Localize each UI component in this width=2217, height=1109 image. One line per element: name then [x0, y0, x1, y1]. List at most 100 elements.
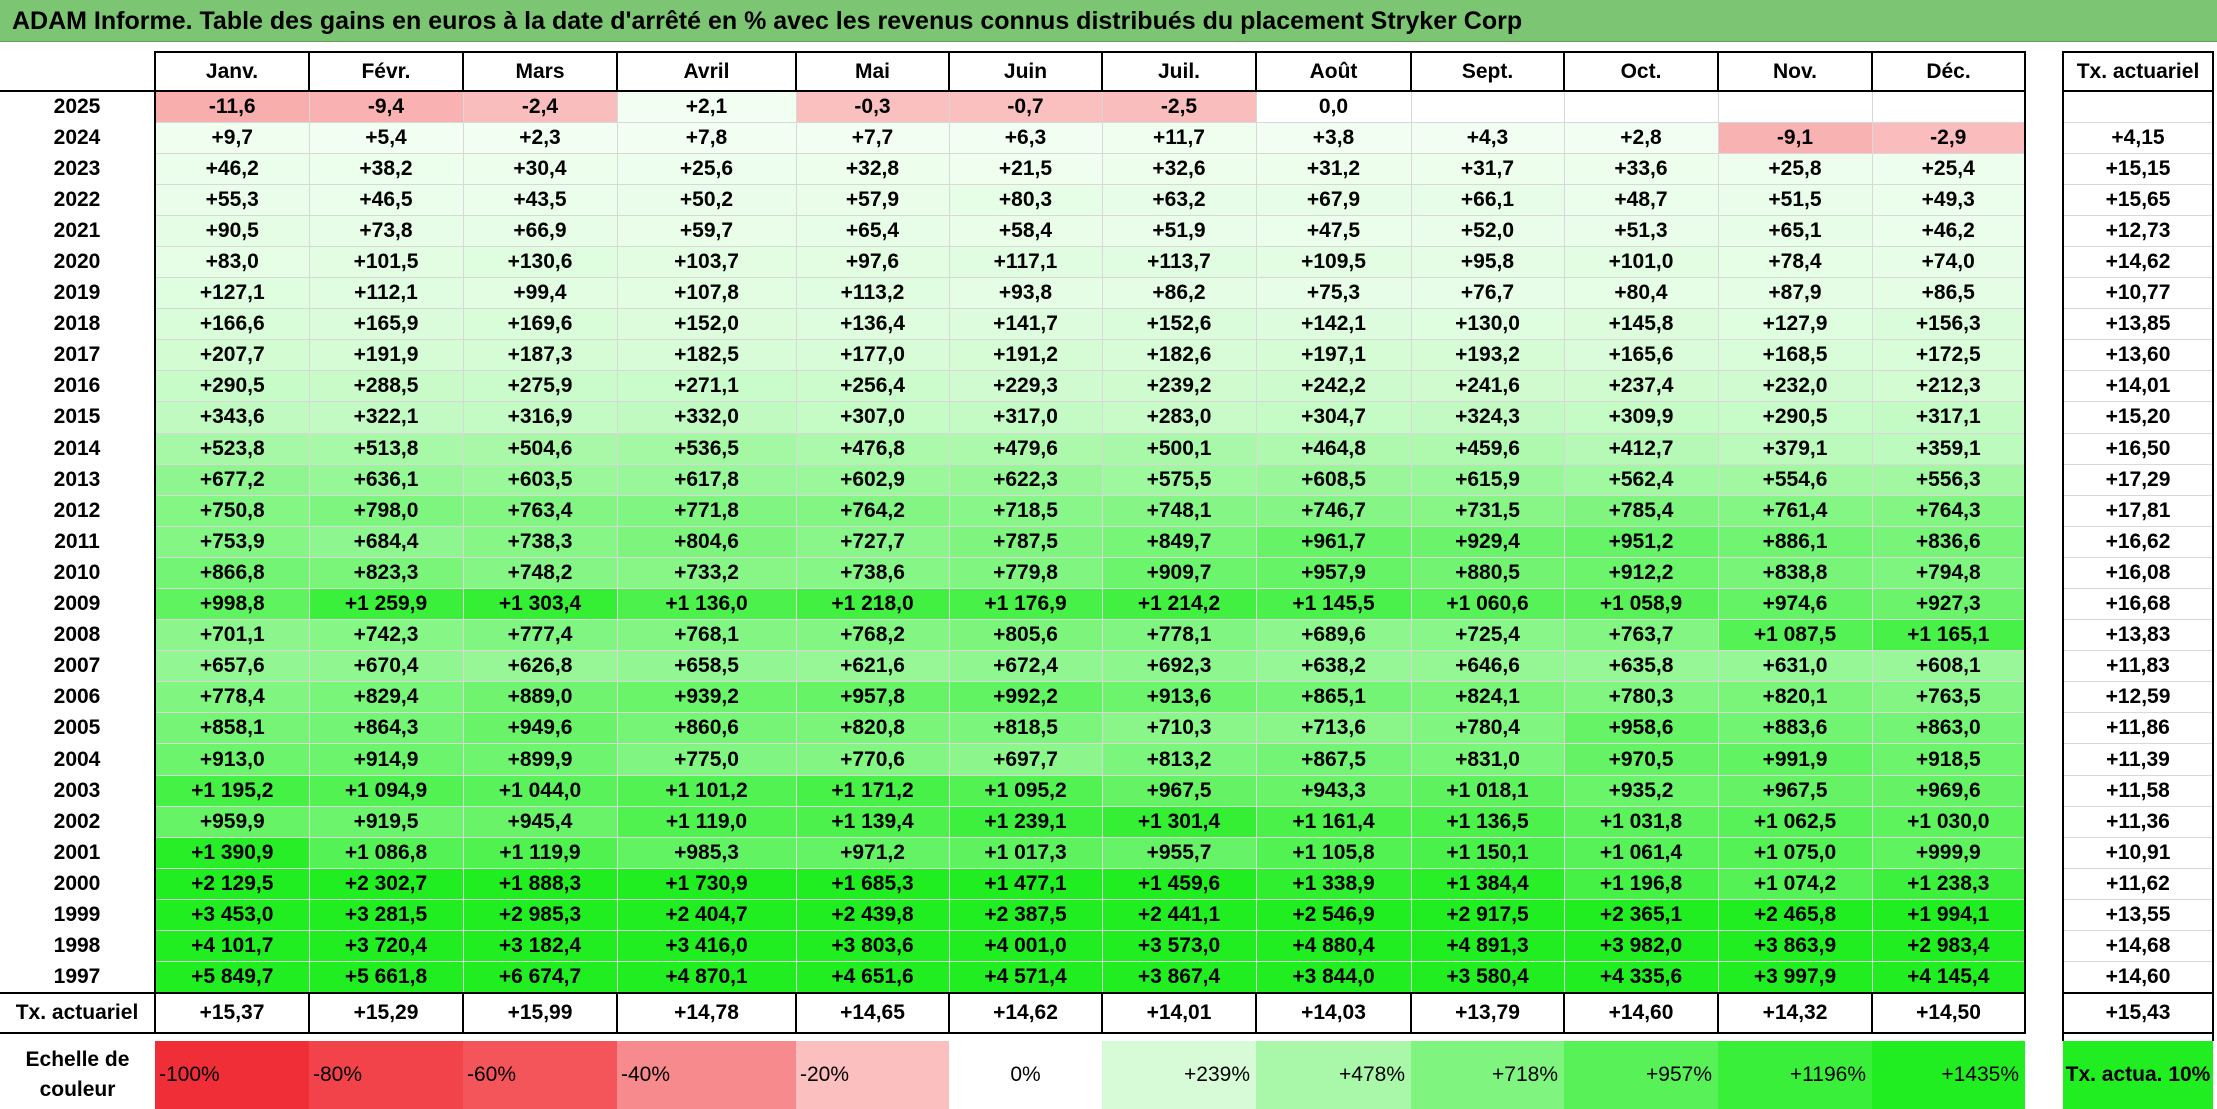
actuarial-rate-cell: +13,60 [2062, 339, 2214, 372]
gain-cell: +127,9 [1717, 308, 1873, 341]
gain-cell: +1 303,4 [462, 587, 618, 621]
report-title: ADAM Informe. Table des gains en euros à… [0, 0, 2217, 42]
gain-cell: +3,8 [1255, 121, 1412, 154]
gain-cell: +309,9 [1563, 401, 1719, 434]
month-header: Juil. [1101, 51, 1257, 92]
gain-cell: +30,4 [462, 152, 618, 185]
gain-cell: +63,2 [1101, 183, 1257, 216]
month-header: Sept. [1410, 51, 1565, 92]
gain-cell: +684,4 [308, 525, 464, 558]
gain-cell: +919,5 [308, 805, 464, 838]
table-row: 1998 +4 101,7 +3 720,4 +3 182,4 +3 416,0 +3 8… [0, 930, 2026, 963]
table-row: 2014 +523,8 +513,8 +504,6 +536,5 +476,8 +479,6… [0, 432, 2026, 465]
gain-cell: +95,8 [1410, 245, 1565, 279]
gain-cell: +631,0 [1717, 650, 1873, 683]
month-header-row: Janv. Févr. Mars Avril Mai Juin Juil. Août Sept.… [0, 51, 2026, 92]
gain-cell: +1 259,9 [308, 587, 464, 621]
gain-cell: +3 720,4 [308, 930, 464, 963]
gain-cell: +967,5 [1717, 774, 1873, 807]
gain-cell: +1 119,9 [462, 836, 618, 869]
gain-cell: +780,3 [1563, 681, 1719, 714]
month-header: Nov. [1717, 51, 1873, 92]
gain-cell: +912,2 [1563, 556, 1719, 590]
gain-cell: +1 031,8 [1563, 805, 1719, 838]
gain-cell: +761,4 [1717, 494, 1873, 527]
gain-cell: +1 477,1 [948, 867, 1103, 900]
gain-cell: +317,0 [948, 401, 1103, 434]
actuarial-rate-cell [2062, 89, 2214, 123]
month-header: Janv. [154, 51, 310, 92]
gain-cell: +1 062,5 [1717, 805, 1873, 838]
actuarial-rate-label: Tx. actuariel [0, 991, 156, 1034]
actuarial-rate-cell: +16,62 [2062, 525, 2214, 558]
year-label: 2006 [0, 681, 156, 713]
gain-cell: +2 387,5 [948, 898, 1103, 932]
gain-cell: +1 338,9 [1255, 867, 1412, 900]
gain-cell: +57,9 [795, 183, 950, 216]
table-row: 2010 +866,8 +823,3 +748,2 +733,2 +738,6 +779,8… [0, 556, 2026, 590]
gain-cell: +86,5 [1871, 277, 2026, 310]
gain-cell: +191,2 [948, 339, 1103, 372]
gain-cell: +961,7 [1255, 525, 1412, 558]
gain-cell: +93,8 [948, 277, 1103, 310]
actuarial-rate-cell: +11,36 [2062, 805, 2214, 838]
gain-cell: +307,0 [795, 401, 950, 434]
gain-cell: +145,8 [1563, 308, 1719, 341]
gain-cell: +957,9 [1255, 556, 1412, 590]
gain-cell: +1 101,2 [616, 774, 797, 807]
monthly-actuarial-rate: +14,03 [1255, 991, 1412, 1034]
gain-cell: +46,2 [1871, 214, 2026, 247]
gain-cell: -9,1 [1717, 121, 1873, 154]
gain-cell: +513,8 [308, 432, 464, 465]
gain-cell: +991,9 [1717, 743, 1873, 776]
gain-cell: +658,5 [616, 650, 797, 683]
actuarial-rate-cell: +14,60 [2062, 961, 2214, 994]
actuarial-rate-cell: +12,73 [2062, 214, 2214, 247]
table-row: 2007 +657,6 +670,4 +626,8 +658,5 +621,6 +672,4… [0, 650, 2026, 683]
gain-cell: +1 145,5 [1255, 587, 1412, 621]
gain-cell: +1 994,1 [1871, 898, 2026, 932]
table-row: 2001 +1 390,9 +1 086,8 +1 119,9 +985,3 +971,2… [0, 836, 2026, 869]
gain-cell: +31,7 [1410, 152, 1565, 185]
gain-cell: +608,5 [1255, 463, 1412, 496]
actuarial-rate-cell: +17,29 [2062, 463, 2214, 496]
gain-cell: +1 195,2 [154, 774, 310, 807]
month-header: Oct. [1563, 51, 1719, 92]
gain-cell: +1 060,6 [1410, 587, 1565, 621]
gain-cell: +172,5 [1871, 339, 2026, 372]
month-header: Déc. [1871, 51, 2026, 92]
gain-cell: +748,1 [1101, 494, 1257, 527]
month-header: Juin [948, 51, 1103, 92]
gain-cell: +1 136,0 [616, 587, 797, 621]
gain-cell: +1 176,9 [948, 587, 1103, 621]
gain-cell: +80,4 [1563, 277, 1719, 310]
gain-cell: +59,7 [616, 214, 797, 247]
actuarial-rate-cell: +13,55 [2062, 898, 2214, 932]
gain-cell: +750,8 [154, 494, 310, 527]
gain-cell: +1 888,3 [462, 867, 618, 900]
gain-cell: +836,6 [1871, 525, 2026, 558]
gain-cell: +764,3 [1871, 494, 2026, 527]
year-label: 2016 [0, 370, 156, 402]
gain-cell: +3 867,4 [1101, 961, 1257, 994]
table-row: 2021 +90,5 +73,8 +66,9 +59,7 +65,4 +58,4 +51,9 +… [0, 214, 2026, 247]
actuarial-rate-cell: +16,50 [2062, 432, 2214, 465]
gain-cell: +943,3 [1255, 774, 1412, 807]
year-label: 2009 [0, 588, 156, 620]
year-label: 2022 [0, 184, 156, 216]
gain-cell: +152,6 [1101, 308, 1257, 341]
gain-cell: +710,3 [1101, 712, 1257, 745]
actuarial-rate-cell: +17,81 [2062, 494, 2214, 527]
color-scale-swatch: +718% [1411, 1040, 1564, 1109]
gain-cell: +820,8 [795, 712, 950, 745]
monthly-actuarial-rate: +15,37 [154, 991, 310, 1034]
gain-cell: +136,4 [795, 308, 950, 341]
gain-cell: +193,2 [1410, 339, 1565, 372]
gain-cell: +813,2 [1101, 743, 1257, 776]
gain-cell: +957,8 [795, 681, 950, 714]
gain-cell: +464,8 [1255, 432, 1412, 465]
gain-cell: +11,7 [1101, 121, 1257, 154]
gain-cell: +97,6 [795, 245, 950, 279]
actuarial-rate-body: +4,15 +15,15 +15,65 +12,73 +14,62 +10,77 +13,8… [2062, 89, 2214, 1109]
gain-cell: +1 150,1 [1410, 836, 1565, 869]
